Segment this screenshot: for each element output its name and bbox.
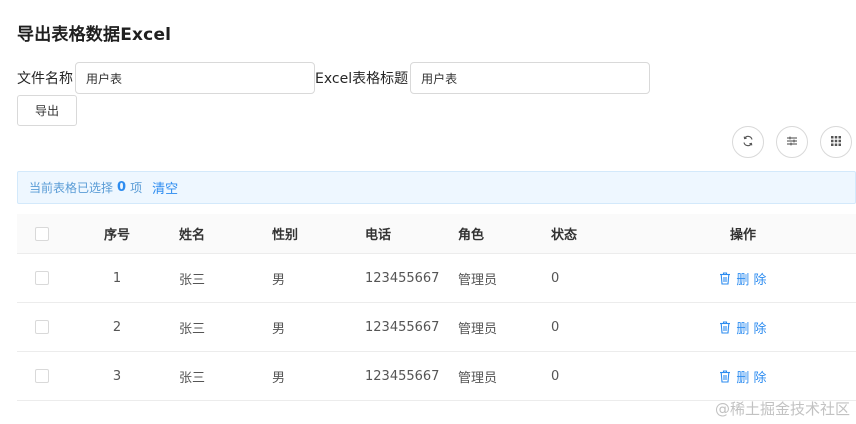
table-row: 1 张三 男 123455667 管理员 0 删 除 <box>17 254 856 303</box>
file-name-label: 文件名称 <box>17 71 73 87</box>
cell-actions: 删 除 <box>697 254 789 302</box>
delete-button[interactable]: 删 除 <box>719 269 767 288</box>
row-select-cell <box>35 254 49 302</box>
column-settings-button[interactable] <box>776 126 808 158</box>
page-title: 导出表格数据Excel <box>17 25 172 45</box>
cell-index: 1 <box>112 270 122 286</box>
cell-phone: 123455667 <box>365 368 440 384</box>
trash-icon <box>720 369 731 383</box>
cell-status: 0 <box>551 319 560 335</box>
delete-label: 删 除 <box>736 370 767 386</box>
row-checkbox[interactable] <box>35 320 49 334</box>
table-row: 2 张三 男 123455667 管理员 0 删 除 <box>17 303 856 352</box>
density-button[interactable] <box>820 126 852 158</box>
select-all-checkbox[interactable] <box>35 226 49 241</box>
header-phone: 电话 <box>365 228 392 243</box>
row-select-cell <box>35 303 49 351</box>
cell-gender: 男 <box>272 370 286 386</box>
cell-status: 0 <box>551 270 560 286</box>
cell-role: 管理员 <box>458 321 498 337</box>
header-name: 姓名 <box>179 228 206 243</box>
cell-phone: 123455667 <box>365 270 440 286</box>
delete-label: 删 除 <box>736 272 767 288</box>
cell-name: 张三 <box>179 272 206 288</box>
watermark: @稀土掘金技术社区 <box>714 400 850 418</box>
density-icon <box>830 135 842 150</box>
cell-actions: 删 除 <box>697 352 789 400</box>
cell-gender: 男 <box>272 272 286 288</box>
trash-icon <box>720 320 731 334</box>
cell-index: 3 <box>112 368 122 384</box>
export-form: 文件名称 Excel表格标题 <box>17 62 651 94</box>
header-index: 序号 <box>103 228 130 243</box>
clear-selection-link[interactable]: 清空 <box>152 178 178 197</box>
row-checkbox[interactable] <box>35 369 49 383</box>
cell-status: 0 <box>551 368 560 384</box>
delete-button[interactable]: 删 除 <box>719 318 767 337</box>
cell-role: 管理员 <box>458 370 498 386</box>
row-checkbox[interactable] <box>35 271 49 285</box>
selection-prefix: 当前表格已选择 <box>29 181 114 195</box>
refresh-button[interactable] <box>732 126 764 158</box>
delete-button[interactable]: 删 除 <box>719 367 767 386</box>
select-all-cell <box>35 214 49 253</box>
column-settings-icon <box>786 135 798 150</box>
export-button[interactable]: 导出 <box>17 95 77 126</box>
cell-phone: 123455667 <box>365 319 440 335</box>
cell-name: 张三 <box>179 370 206 386</box>
cell-gender: 男 <box>272 321 286 337</box>
selection-alert: 当前表格已选择 0 项 清空 <box>17 171 856 204</box>
data-table: 序号 姓名 性别 电话 角色 状态 操作 1 张三 男 123455667 管理… <box>17 214 856 401</box>
table-row: 3 张三 男 123455667 管理员 0 删 除 <box>17 352 856 401</box>
header-status: 状态 <box>551 228 578 243</box>
selection-count: 0 <box>117 180 127 195</box>
header-gender: 性别 <box>272 228 299 243</box>
table-header: 序号 姓名 性别 电话 角色 状态 操作 <box>17 214 856 254</box>
file-name-input[interactable] <box>75 62 315 94</box>
cell-role: 管理员 <box>458 272 498 288</box>
header-actions: 操作 <box>729 228 756 243</box>
delete-label: 删 除 <box>736 321 767 337</box>
cell-actions: 删 除 <box>697 303 789 351</box>
sheet-title-input[interactable] <box>410 62 651 94</box>
cell-name: 张三 <box>179 321 206 337</box>
trash-icon <box>720 271 731 285</box>
sheet-title-label: Excel表格标题 <box>315 71 409 87</box>
header-role: 角色 <box>458 228 485 243</box>
cell-index: 2 <box>112 319 122 335</box>
selection-suffix: 项 <box>130 181 143 195</box>
refresh-icon <box>742 135 754 150</box>
row-select-cell <box>35 352 49 400</box>
